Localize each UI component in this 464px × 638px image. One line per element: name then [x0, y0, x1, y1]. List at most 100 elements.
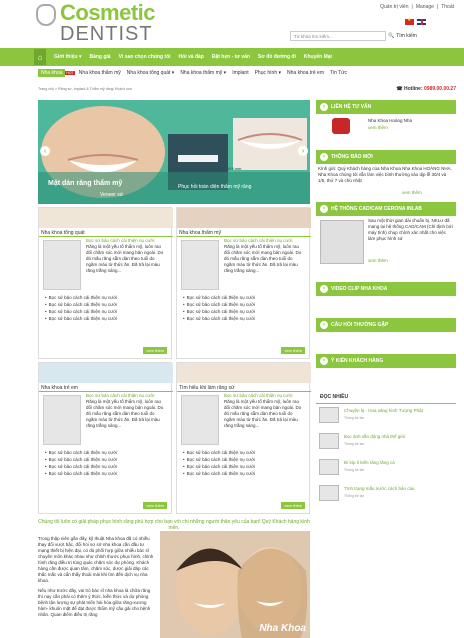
popular-item[interactable]: Bọc ánh sẵn động nhà thế giới Thống kê l…: [316, 432, 456, 456]
separator: |: [436, 4, 439, 10]
popular-item[interactable]: Tình trạng mấu nước cách bảo cáu Thống k…: [316, 484, 456, 508]
nav-item-promotions[interactable]: Khuyến Mại: [300, 54, 336, 60]
popular-item[interactable]: Chuyện lạ - Hoa sáng hình Tượng Phật Thố…: [316, 406, 456, 430]
sidebar-cad-header[interactable]: › HỆ THỐNG CAD/CAM CERONA INLAB: [316, 202, 456, 216]
chevron-right-icon: ›: [320, 205, 328, 213]
sidebar-contact-header[interactable]: › LIÊN HỆ TƯ VẤN: [316, 100, 456, 114]
nav-item-appointment[interactable]: Đặt hẹn - tư vấn: [208, 54, 254, 60]
subnav-active[interactable]: Nha khoa: [38, 69, 66, 77]
sidebar-video-header[interactable]: › VIDEO CLIP NHA KHOA: [316, 282, 456, 296]
chevron-right-icon: ›: [320, 103, 328, 111]
sidebar-popular-header: ĐỌC NHIỀU: [316, 392, 456, 404]
nav-item-map[interactable]: Sơ đồ đường đi: [254, 54, 300, 60]
home-icon[interactable]: ⌂: [34, 49, 46, 65]
chevron-right-icon: ›: [320, 153, 328, 161]
main-nav: ⌂ Giới thiệu ▾ Bảng giá Vì sao chọn chún…: [0, 48, 464, 66]
search-input[interactable]: Từ khóa tìm kiếm...: [290, 31, 386, 41]
telephone-icon: [332, 118, 350, 134]
list-item[interactable]: Bọc sứ bảo cách cải thiện nụ cười: [45, 315, 118, 322]
view-more-button[interactable]: xem thêm: [281, 502, 305, 509]
tooth-icon: [36, 4, 56, 26]
list-item[interactable]: Bọc sứ bảo cách cải thiện nụ cười: [183, 294, 256, 301]
thumbnail-image[interactable]: [181, 240, 219, 290]
subnav-item-prosthetics[interactable]: Phục hình ▾: [252, 70, 284, 76]
nav-item-why-us[interactable]: Vì sao chọn chúng tôi: [115, 54, 175, 60]
search-icon: 🔍: [388, 33, 395, 39]
sub-nav: Nha khoa HOT Nha khoa thẩm mỹ Nha khoa t…: [38, 67, 350, 79]
subnav-item-cosmetic[interactable]: Nha khoa thẩm mỹ: [76, 70, 124, 76]
nav-item-faq[interactable]: Hỏi và đáp: [175, 54, 208, 60]
site-logo[interactable]: Cosmetic DENTIST: [36, 2, 166, 46]
intro-heading: Chúng tôi luôn có giải pháp phục hình ră…: [38, 519, 310, 531]
vietnam-flag-icon[interactable]: [405, 17, 414, 25]
prev-arrow-icon[interactable]: ‹: [40, 146, 50, 156]
next-arrow-icon[interactable]: ›: [298, 146, 308, 156]
subnav-item-kids[interactable]: Nha khoa trẻ em: [284, 70, 327, 76]
notice-more-link[interactable]: xem thêm: [402, 190, 422, 196]
subnav-item-general[interactable]: Nha khoa tổng quát ▾: [124, 70, 178, 76]
thumbnail-image: [319, 433, 339, 449]
list-item[interactable]: Bọc sứ bảo cách cải thiện nụ cười: [45, 301, 118, 308]
article-list: Bọc sứ bảo cách cải thiện nụ cười Bọc sứ…: [45, 449, 118, 477]
article-list: Bọc sứ bảo cách cải thiện nụ cười Bọc sứ…: [45, 294, 118, 322]
contact-name: Nha Khoa Hoàng Nha: [368, 118, 413, 123]
phone-icon: ☎: [396, 86, 403, 92]
subnav-item-implant[interactable]: Implant: [229, 70, 251, 76]
list-item[interactable]: Bọc sứ bảo cách cải thiện nụ cười: [183, 315, 256, 322]
logo-line2: DENTIST: [60, 23, 153, 45]
list-item[interactable]: Bọc sứ bảo cách cải thiện nụ cười: [183, 456, 256, 463]
list-item[interactable]: Bọc sứ bảo cách cải thiện nụ cười: [183, 470, 256, 477]
contact-more-link[interactable]: xem thêm: [368, 125, 388, 131]
box-kids: Nha khoa trẻ em Bọc sứ bảo cách cải thiệ…: [38, 362, 173, 514]
cad-more-link[interactable]: xem thêm: [368, 258, 388, 264]
subnav-item-cosmetic2[interactable]: Nha khoa thẩm mỹ ▾: [177, 70, 229, 76]
box-general: Nha khoa tổng quát Bọc sứ bảo cách cải t…: [38, 207, 173, 359]
list-item[interactable]: Bọc sứ bảo cách cải thiện nụ cười: [45, 308, 118, 315]
view-more-button[interactable]: xem thêm: [281, 347, 305, 354]
list-item[interactable]: Bọc sứ bảo cách cải thiện nụ cười: [45, 449, 118, 456]
uk-flag-icon[interactable]: [417, 19, 426, 25]
language-switcher: [405, 17, 426, 25]
hot-badge: HOT: [65, 71, 75, 75]
thumbnail-image[interactable]: [181, 395, 219, 445]
admin-link[interactable]: Quản trị viên: [380, 4, 408, 10]
hero-slider[interactable]: Mặt dán răng thẩm mỹ Phục hồi toàn diện …: [38, 100, 310, 204]
view-more-button[interactable]: xem thêm: [143, 347, 167, 354]
chevron-right-icon: ›: [320, 357, 328, 365]
list-item[interactable]: Bọc sứ bảo cách cải thiện nụ cười: [183, 449, 256, 456]
thumbnail-image[interactable]: [43, 240, 81, 290]
view-more-button[interactable]: xem thêm: [143, 502, 167, 509]
logout-link[interactable]: Thoát: [441, 4, 454, 10]
cad-machine-image[interactable]: [320, 220, 364, 264]
sidebar-testimonials-header[interactable]: › Ý KIẾN KHÁCH HÀNG: [316, 354, 456, 368]
manage-link[interactable]: Manage: [416, 4, 434, 10]
list-item[interactable]: Bọc sứ bảo cách cải thiện nụ cười: [45, 294, 118, 301]
search-button[interactable]: 🔍 Tìm kiếm: [388, 30, 428, 42]
banner-subcaption: Phục hồi toàn diện thẩm mỹ răng: [178, 184, 252, 190]
nav-item-about[interactable]: Giới thiệu ▾: [50, 54, 85, 60]
hotline-number[interactable]: 0989.00.00.27: [424, 86, 456, 92]
box-veneer-info: Tìm hiểu khi làm răng sứ Bọc sứ bảo cách…: [176, 362, 311, 514]
list-item[interactable]: Bọc sứ bảo cách cải thiện nụ cười: [45, 463, 118, 470]
thumbnail-image[interactable]: [43, 395, 81, 445]
article-list: Bọc sứ bảo cách cải thiện nụ cười Bọc sứ…: [183, 449, 256, 477]
smiling-couple-image: Nha Khoa: [160, 531, 310, 638]
list-item[interactable]: Bọc sứ bảo cách cải thiện nụ cười: [45, 470, 118, 477]
popular-item[interactable]: Bí kíp lí kiến răng tăng cà Thống kê lần: [316, 458, 456, 482]
top-links: Quản trị viên | Manage | Thoát: [380, 4, 454, 10]
sidebar-faq-header[interactable]: › CÂU HỎI THƯỜNG GẶP: [316, 318, 456, 332]
sidebar-notice-header[interactable]: › THÔNG BÁO MỚI: [316, 150, 456, 164]
thumbnail-image: [319, 485, 339, 501]
chevron-right-icon: ›: [320, 285, 328, 293]
notice-text: Kính gửi: Quý Khách hàng của Nha Khoa Nh…: [318, 166, 452, 183]
breadcrumb[interactable]: Trang chủ » Răng sứ, implant & Thẩm mỹ r…: [38, 87, 132, 91]
box-header-image: [39, 363, 173, 383]
search-button-label: Tìm kiếm: [396, 33, 417, 39]
nav-item-pricing[interactable]: Bảng giá: [85, 54, 114, 60]
couple-illustration: [160, 531, 310, 638]
list-item[interactable]: Bọc sứ bảo cách cải thiện nụ cười: [45, 456, 118, 463]
list-item[interactable]: Bọc sứ bảo cách cải thiện nụ cười: [183, 301, 256, 308]
list-item[interactable]: Bọc sứ bảo cách cải thiện nụ cười: [183, 463, 256, 470]
list-item[interactable]: Bọc sứ bảo cách cải thiện nụ cười: [183, 308, 256, 315]
subnav-item-news[interactable]: Tin Tức: [327, 70, 350, 76]
